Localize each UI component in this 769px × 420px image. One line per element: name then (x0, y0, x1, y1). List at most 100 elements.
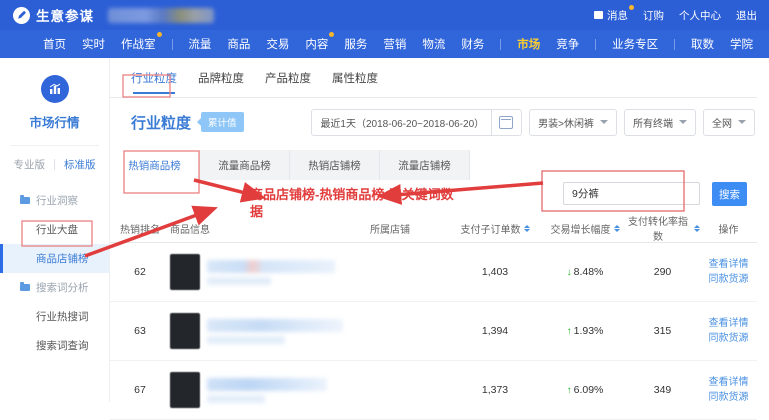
cumulative-value-badge: 累计值 (201, 112, 244, 132)
actions-cell: 查看详情 同款货源 (700, 375, 757, 405)
table-row: 63 1,394 ↑ 1.93% 315 查看详情 同款货源 (110, 302, 757, 361)
tab-product-granularity[interactable]: 产品粒度 (265, 58, 311, 98)
nav-competition[interactable]: 竞争 (556, 36, 579, 52)
nav-divider (595, 39, 596, 50)
conversion-value: 290 (625, 266, 700, 278)
sidebar-item-hot-search-words[interactable]: 行业热搜词 (0, 302, 109, 331)
sidebar: 市场行情 专业版 标准版 行业洞察 行业大盘 商品店铺榜 搜索词分析 行业热搜词… (0, 58, 110, 402)
growth-cell: ↑ 1.93% (545, 325, 625, 337)
page-title: 行业粒度 (131, 112, 191, 133)
nav-academy[interactable]: 学院 (730, 36, 753, 52)
rank-value: 67 (110, 384, 170, 396)
tab-attribute-granularity[interactable]: 属性粒度 (332, 58, 378, 98)
same-supply-link[interactable]: 同款货源 (700, 390, 757, 405)
view-detail-link[interactable]: 查看详情 (700, 375, 757, 390)
table-row: 67 1,373 ↑ 6.09% 349 查看详情 同款货源 (110, 361, 757, 420)
app-logo: 生意参谋 (13, 5, 94, 25)
version-tab-standard[interactable]: 标准版 (64, 157, 96, 172)
chevron-down-icon (679, 120, 687, 124)
view-detail-link[interactable]: 查看详情 (700, 257, 757, 272)
orders-link[interactable]: 订购 (643, 8, 664, 23)
conversion-value: 349 (625, 384, 700, 396)
date-range-picker[interactable]: 最近1天（2018-06-20~2018-06-20） (311, 109, 522, 136)
tab-traffic-products-rank[interactable]: 流量商品榜 (200, 150, 290, 180)
nav-products[interactable]: 商品 (227, 36, 250, 52)
sidebar-group-search-analysis[interactable]: 搜索词分析 (0, 273, 109, 302)
orders-value: 1,403 (445, 266, 545, 278)
rank-value: 63 (110, 325, 170, 337)
logout-link[interactable]: 退出 (736, 8, 757, 23)
nav-logistics[interactable]: 物流 (422, 36, 445, 52)
new-dot (329, 32, 334, 37)
tab-hot-shops-rank[interactable]: 热销店铺榜 (290, 150, 380, 180)
version-tab-pro[interactable]: 专业版 (14, 157, 46, 172)
col-header-orders[interactable]: 支付子订单数 (445, 221, 545, 236)
nav-service[interactable]: 服务 (344, 36, 367, 52)
growth-value: 1.93% (574, 325, 604, 337)
nav-business-zone[interactable]: 业务专区 (612, 36, 658, 52)
message-icon (594, 11, 603, 19)
conversion-value: 315 (625, 325, 700, 337)
product-info-cell (170, 313, 335, 349)
product-thumbnail-blurred (170, 313, 200, 349)
trend-up-icon: ↑ (567, 326, 572, 337)
nav-home[interactable]: 首页 (43, 36, 66, 52)
trend-up-icon: ↑ (567, 385, 572, 396)
actions-cell: 查看详情 同款货源 (700, 316, 757, 346)
col-header-product: 商品信息 (170, 221, 335, 236)
product-info-cell (170, 254, 335, 290)
view-detail-link[interactable]: 查看详情 (700, 316, 757, 331)
sidebar-group-industry-insight[interactable]: 行业洞察 (0, 186, 109, 215)
sidebar-item-industry-board[interactable]: 行业大盘 (0, 215, 109, 244)
nav-divider (674, 39, 675, 50)
nav-warroom[interactable]: 作战室 (121, 36, 156, 52)
profile-link[interactable]: 个人中心 (679, 8, 721, 23)
chevron-down-icon (600, 120, 608, 124)
calendar-icon (499, 116, 513, 129)
nav-realtime[interactable]: 实时 (82, 36, 105, 52)
trend-down-icon: ↓ (567, 267, 572, 278)
tab-traffic-shops-rank[interactable]: 流量店铺榜 (380, 150, 470, 180)
nav-marketing[interactable]: 营销 (383, 36, 406, 52)
nav-trade[interactable]: 交易 (266, 36, 289, 52)
keyword-search-input[interactable] (563, 182, 700, 205)
growth-value: 6.09% (574, 384, 604, 396)
scope-filter-dropdown[interactable]: 全网 (703, 109, 755, 136)
divider (54, 159, 55, 170)
product-info-cell (170, 372, 335, 408)
product-text-blurred (207, 378, 327, 403)
col-header-growth[interactable]: 交易增长幅度 (545, 221, 625, 236)
new-dot (157, 32, 162, 37)
nav-data-fetch[interactable]: 取数 (691, 36, 714, 52)
same-supply-link[interactable]: 同款货源 (700, 331, 757, 346)
sidebar-item-product-shop-rank[interactable]: 商品店铺榜 (0, 244, 109, 273)
nav-market-active[interactable]: 市场 (517, 36, 540, 52)
chevron-down-icon (738, 120, 746, 124)
search-button[interactable]: 搜索 (712, 182, 747, 206)
nav-traffic[interactable]: 流量 (188, 36, 211, 52)
rank-type-tabs: 热销商品榜 流量商品榜 热销店铺榜 流量店铺榜 (110, 150, 470, 180)
product-thumbnail-blurred (170, 372, 200, 408)
tab-industry-granularity[interactable]: 行业粒度 (131, 58, 177, 98)
sort-icon[interactable] (614, 225, 620, 232)
messages-link[interactable]: 消息 (594, 8, 628, 23)
terminal-filter-dropdown[interactable]: 所有终端 (624, 109, 696, 136)
sort-icon[interactable] (524, 225, 530, 232)
growth-value: 8.48% (574, 266, 604, 278)
category-filter-dropdown[interactable]: 男装>休闲裤 (529, 109, 617, 136)
same-supply-link[interactable]: 同款货源 (700, 272, 757, 287)
sidebar-item-search-word-query[interactable]: 搜索词查询 (0, 331, 109, 360)
tab-hot-products-rank[interactable]: 热销商品榜 (110, 150, 200, 180)
col-header-shop: 所属店铺 (335, 221, 445, 236)
nav-content[interactable]: 内容 (305, 36, 328, 52)
product-thumbnail-blurred (170, 254, 200, 290)
col-header-rank: 热销排名 (110, 221, 170, 236)
tab-brand-granularity[interactable]: 品牌粒度 (198, 58, 244, 98)
growth-cell: ↑ 6.09% (545, 384, 625, 396)
orders-value: 1,394 (445, 325, 545, 337)
col-header-conversion[interactable]: 支付转化率指数 (625, 213, 700, 243)
nav-finance[interactable]: 财务 (461, 36, 484, 52)
brand-name: 生意参谋 (36, 5, 94, 25)
table-row: 62 1,403 ↓ 8.48% 290 查看详情 同款货源 (110, 243, 757, 302)
folder-icon (20, 197, 30, 204)
